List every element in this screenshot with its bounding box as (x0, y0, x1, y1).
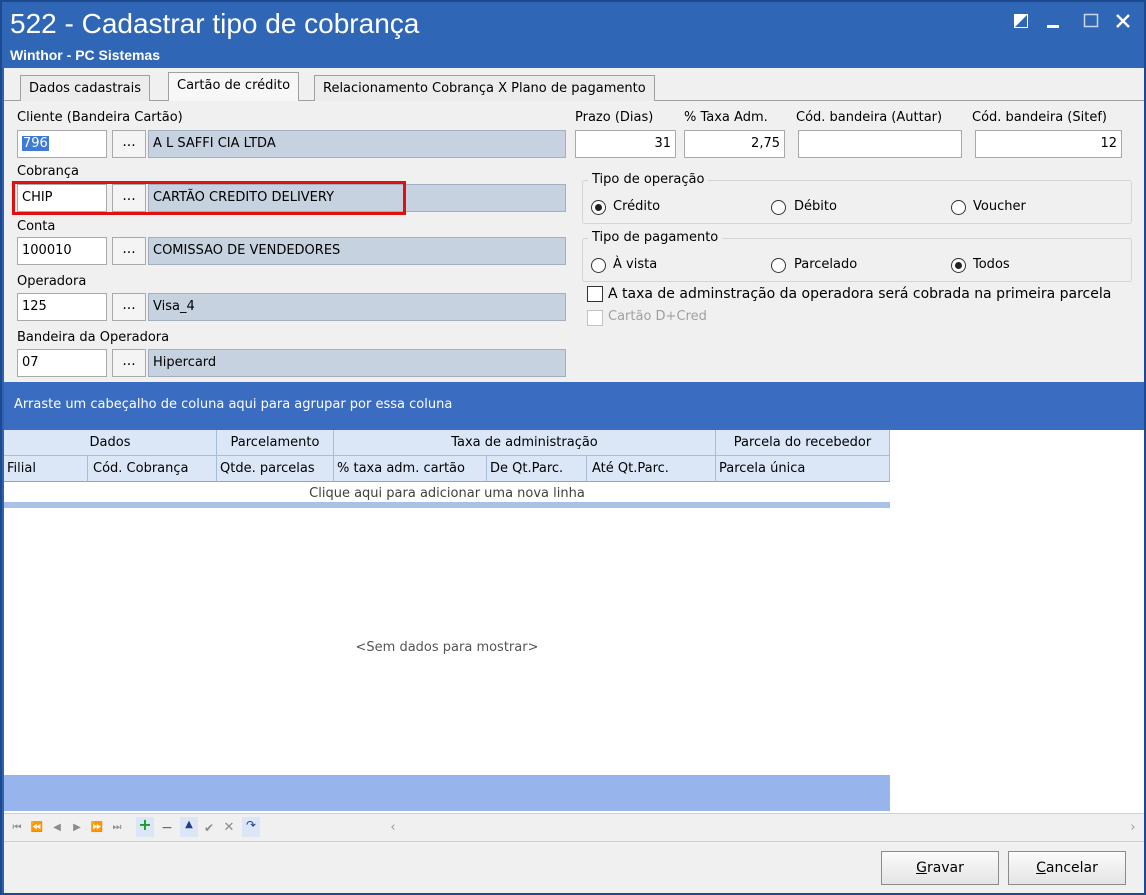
cancelar-button[interactable]: Cancelar (1008, 851, 1126, 885)
add-record-icon[interactable]: + (136, 817, 154, 837)
tipo-pagamento-title: Tipo de pagamento (588, 230, 723, 245)
refresh-icon[interactable]: ↷ (242, 817, 260, 837)
band-dados[interactable]: Dados (4, 430, 217, 456)
bandeira-operadora-lookup-button[interactable]: ... (112, 349, 146, 377)
post-edit-icon[interactable]: ✔ (202, 820, 216, 836)
tipo-operacao-title: Tipo de operação (588, 172, 709, 187)
delete-record-icon[interactable]: − (160, 820, 174, 836)
cancelar-accel: C (1036, 860, 1046, 876)
scroll-right-icon[interactable]: › (1126, 820, 1140, 836)
cobranca-label: Cobrança (17, 164, 79, 179)
cliente-label: Cliente (Bandeira Cartão) (17, 110, 183, 125)
grid-footer (4, 775, 890, 811)
tab-relacionamento[interactable]: Relacionamento Cobrança X Plano de pagam… (314, 75, 655, 101)
app-window: 522 - Cadastrar tipo de cobrança Winthor… (0, 0, 1146, 895)
window-subtitle: Winthor - PC Sistemas (10, 47, 161, 63)
edit-record-icon[interactable]: ▲ (180, 817, 198, 837)
grid-navigator: ⏮ ⏪ ◀ ▶ ⏩ ⏭ + − ▲ ✔ ✕ ↷ ‹ › (4, 813, 1144, 841)
prev-record-icon[interactable]: ◀ (50, 820, 64, 836)
cancelar-label: ancelar (1045, 860, 1098, 876)
radio-parcelado-label: Parcelado (794, 257, 858, 272)
radio-debito[interactable] (771, 200, 786, 215)
prazo-label: Prazo (Dias) (575, 110, 654, 125)
cliente-code-value: 796 (22, 136, 49, 151)
taxa-adm-input[interactable]: 2,75 (684, 130, 785, 158)
window-title: 522 - Cadastrar tipo de cobrança (10, 8, 420, 39)
last-page-icon[interactable]: ⏭ (110, 820, 124, 836)
operadora-code-input[interactable]: 125 (17, 293, 107, 321)
col-de-qt-parc[interactable]: De Qt.Parc. (487, 456, 587, 482)
gravar-accel: G (916, 860, 927, 876)
cod-sitef-input[interactable]: 12 (975, 130, 1122, 158)
radio-voucher-label: Voucher (973, 199, 1026, 214)
group-by-hint: Arraste um cabeçalho de coluna aqui para… (14, 397, 453, 412)
cod-auttar-input[interactable] (798, 130, 962, 158)
col-ate-qt-parc[interactable]: Até Qt.Parc. (587, 456, 716, 482)
conta-label: Conta (17, 219, 56, 234)
radio-todos-label: Todos (973, 257, 1010, 272)
cartao-dcred-label: Cartão D+Cred (608, 309, 707, 324)
band-parcelamento[interactable]: Parcelamento (217, 430, 334, 456)
radio-a-vista[interactable] (591, 258, 606, 273)
col-parcela-unica[interactable]: Parcela única (716, 456, 890, 482)
cancel-edit-icon[interactable]: ✕ (222, 820, 236, 836)
button-bar: Gravar Cancelar (4, 841, 1144, 893)
operadora-lookup-button[interactable]: ... (112, 293, 146, 321)
gravar-button[interactable]: Gravar (881, 851, 999, 885)
taxa-adm-label: % Taxa Adm. (684, 110, 768, 125)
empty-message: <Sem dados para mostrar> (355, 640, 539, 655)
tab-dados-cadastrais[interactable]: Dados cadastrais (20, 75, 150, 101)
radio-credito[interactable] (591, 200, 606, 215)
bandeira-operadora-label: Bandeira da Operadora (17, 330, 170, 345)
cod-sitef-label: Cód. bandeira (Sitef) (972, 110, 1107, 125)
prazo-input[interactable]: 31 (575, 130, 676, 158)
maximize-icon[interactable] (1078, 10, 1104, 32)
cliente-lookup-button[interactable]: ... (112, 130, 146, 158)
cartao-dcred-checkbox[interactable] (587, 310, 603, 326)
cod-auttar-label: Cód. bandeira (Auttar) (796, 110, 943, 125)
data-grid[interactable]: Dados Parcelamento Taxa de administração… (4, 430, 1144, 813)
radio-debito-label: Débito (794, 199, 837, 214)
cliente-desc-field: A L SAFFI CIA LTDA (148, 130, 566, 158)
scroll-left-icon[interactable]: ‹ (386, 820, 400, 836)
taxa-primeira-parcela-label: A taxa de adminstração da operadora será… (608, 286, 1112, 302)
radio-todos[interactable] (951, 258, 966, 273)
radio-credito-label: Crédito (613, 199, 661, 214)
group-by-panel[interactable]: Arraste um cabeçalho de coluna aqui para… (4, 382, 1144, 430)
bandeira-operadora-desc-field: Hipercard (148, 349, 566, 377)
col-taxa-adm-cartao[interactable]: % taxa adm. cartão (334, 456, 487, 482)
title-bar[interactable]: 522 - Cadastrar tipo de cobrança Winthor… (2, 2, 1144, 68)
next-record-icon[interactable]: ▶ (70, 820, 84, 836)
conta-desc-field: COMISSAO DE VENDEDORES (148, 237, 566, 265)
conta-code-input[interactable]: 100010 (17, 237, 107, 265)
restore-icon[interactable] (1008, 10, 1034, 32)
cliente-code-input[interactable]: 796 (17, 130, 107, 158)
band-taxa-administracao[interactable]: Taxa de administração (334, 430, 716, 456)
prev-page-icon[interactable]: ⏪ (30, 820, 44, 836)
col-qtde-parcelas[interactable]: Qtde. parcelas (217, 456, 334, 482)
col-cod-cobranca[interactable]: Cód. Cobrança (88, 456, 217, 482)
close-icon[interactable] (1110, 10, 1136, 32)
col-filial[interactable]: Filial (4, 456, 88, 482)
radio-voucher[interactable] (951, 200, 966, 215)
taxa-primeira-parcela-checkbox[interactable] (587, 286, 603, 302)
operadora-label: Operadora (17, 274, 87, 289)
next-page-icon[interactable]: ⏩ (90, 820, 104, 836)
radio-a-vista-label: À vista (613, 257, 658, 272)
gravar-label: ravar (926, 860, 964, 876)
conta-lookup-button[interactable]: ... (112, 237, 146, 265)
new-row-prompt[interactable]: Clique aqui para adicionar uma nova linh… (4, 482, 890, 508)
operadora-desc-field: Visa_4 (148, 293, 566, 321)
highlight-box (12, 181, 406, 215)
first-page-icon[interactable]: ⏮ (10, 820, 24, 836)
band-parcela-recebedor[interactable]: Parcela do recebedor (716, 430, 890, 456)
bandeira-operadora-code-input[interactable]: 07 (17, 349, 107, 377)
tab-cartao-credito[interactable]: Cartão de crédito (168, 72, 300, 101)
radio-parcelado[interactable] (771, 258, 786, 273)
client-area: Dados cadastrais Cartão de crédito Relac… (4, 68, 1144, 893)
minimize-icon[interactable] (1040, 10, 1066, 32)
